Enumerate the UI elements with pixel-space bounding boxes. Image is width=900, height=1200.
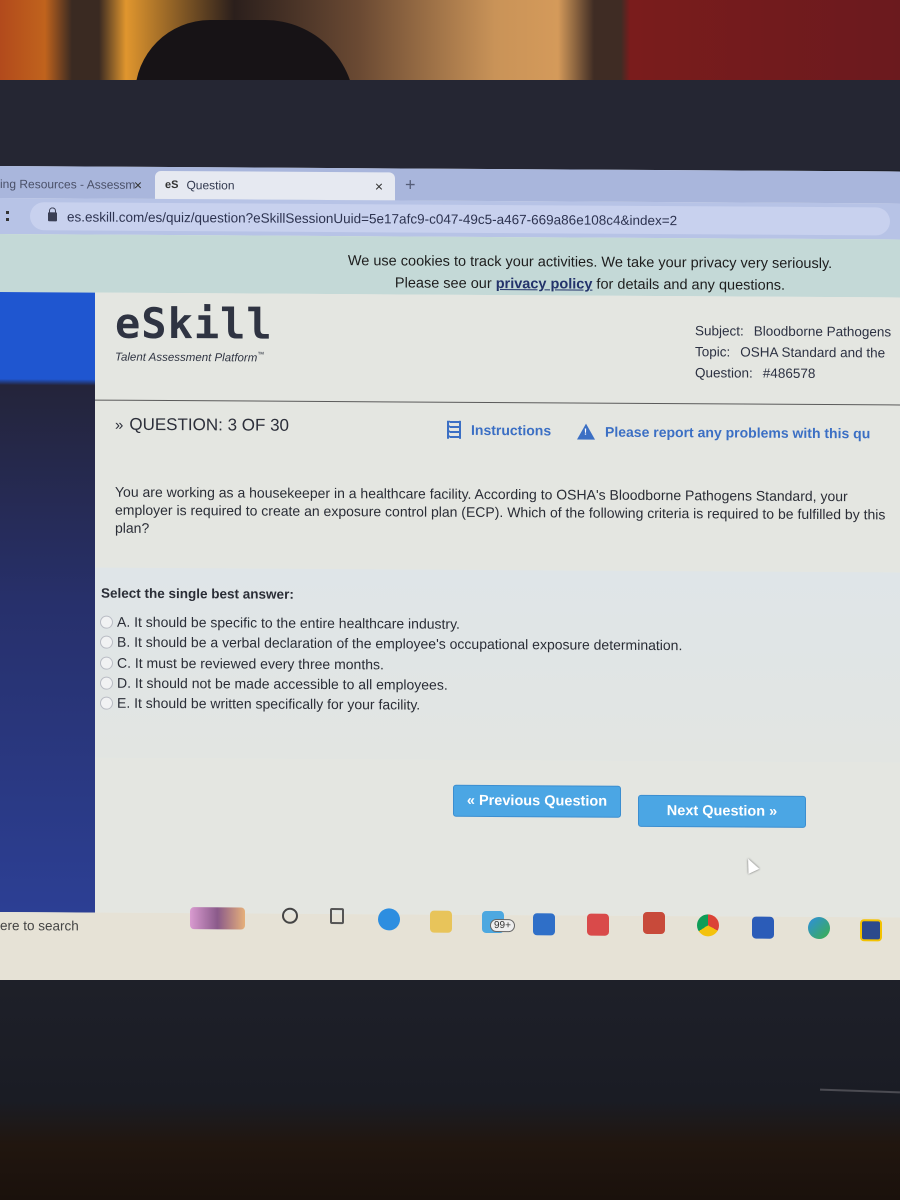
radio-button[interactable] <box>100 635 113 649</box>
cookie-text-post: for details and any questions. <box>592 276 786 294</box>
answer-prompt: Select the single best answer: <box>101 585 294 602</box>
meta-question-id: Question: #486578 <box>695 362 891 384</box>
question-text: You are working as a housekeeper in a he… <box>115 483 886 536</box>
meta-key: Topic: <box>695 344 731 360</box>
cookie-banner: We use cookies to track your activities.… <box>0 234 900 298</box>
signpost-icon <box>447 420 461 439</box>
privacy-policy-link[interactable]: privacy policy <box>496 276 593 293</box>
menu-icon[interactable] <box>6 211 10 222</box>
eskill-favicon-icon: eS <box>165 179 179 192</box>
page-header: eSkill Talent Assessment Platform™ Subje… <box>95 292 900 406</box>
radio-button[interactable] <box>100 615 113 629</box>
meta-key: Question: <box>695 365 753 381</box>
instructions-label: Instructions <box>471 421 552 439</box>
address-bar-row: es.eskill.com/es/quiz/question?eSkillSes… <box>0 198 900 240</box>
url-input[interactable]: es.eskill.com/es/quiz/question?eSkillSes… <box>30 202 890 236</box>
close-icon[interactable]: × <box>134 177 142 193</box>
answer-option-c[interactable]: C. It must be reviewed every three month… <box>100 654 384 673</box>
search-placeholder: ere to search <box>0 918 79 934</box>
edge-icon[interactable] <box>378 908 400 931</box>
meta-value: Bloodborne Pathogens <box>753 323 892 340</box>
question-progress: » QUESTION: 3 OF 30 <box>115 415 289 436</box>
question-progress-text: QUESTION: 3 OF 30 <box>129 414 289 435</box>
radio-button[interactable] <box>100 676 113 690</box>
answer-option-b[interactable]: B. It should be a verbal declaration of … <box>100 633 683 654</box>
cortana-icon[interactable] <box>282 907 298 924</box>
cookie-text-pre: Please see our <box>394 275 496 293</box>
url-text: es.eskill.com/es/quiz/question?eSkillSes… <box>67 208 678 228</box>
chevron-right-icon: » <box>115 416 124 434</box>
warning-icon <box>577 423 595 440</box>
monitor-bezel-top <box>0 80 900 170</box>
tab-label: Question <box>186 178 235 193</box>
tab-resources[interactable]: ing Resources - Assessm × <box>0 170 150 199</box>
chrome-icon[interactable] <box>697 914 719 937</box>
radio-button[interactable] <box>100 696 113 710</box>
trademark: ™ <box>257 351 265 359</box>
option-label: C. It must be reviewed every three month… <box>117 654 384 673</box>
reader-icon[interactable] <box>587 913 609 936</box>
tab-label: ing Resources - Assessm <box>0 177 136 192</box>
meta-value: #486578 <box>762 365 816 381</box>
meta-topic: Topic: OSHA Standard and the <box>695 341 891 363</box>
instructions-link[interactable]: Instructions <box>447 420 552 440</box>
task-view-icon[interactable] <box>330 908 344 925</box>
answer-option-d[interactable]: D. It should not be made accessible to a… <box>100 675 448 693</box>
taskbar-search[interactable]: ere to search <box>0 912 185 973</box>
previous-question-button[interactable]: « Previous Question <box>453 784 621 818</box>
option-label: E. It should be written specifically for… <box>117 694 421 713</box>
left-sidebar <box>0 292 95 913</box>
store-icon[interactable] <box>533 913 555 936</box>
meta-key: Subject: <box>695 323 744 339</box>
mail-badge: 99+ <box>490 918 515 933</box>
report-problem-link[interactable]: Please report any problems with this qu <box>577 423 871 442</box>
meta-value: OSHA Standard and the <box>740 344 886 361</box>
new-tab-button[interactable]: + <box>405 174 416 195</box>
screen: ing Resources - Assessm × eS Question × … <box>0 166 900 992</box>
photo-scene: ing Resources - Assessm × eS Question × … <box>0 0 900 1200</box>
eskill-logo: eSkill <box>115 298 273 349</box>
monitor-bezel-bottom <box>0 980 900 1200</box>
option-label: D. It should not be made accessible to a… <box>117 674 448 693</box>
question-bar: » QUESTION: 3 OF 30 Instructions Please r… <box>95 403 900 460</box>
radio-button[interactable] <box>100 656 113 670</box>
answer-option-a[interactable]: A. It should be specific to the entire h… <box>100 614 460 632</box>
file-explorer-icon[interactable] <box>430 910 452 933</box>
tagline: Talent Assessment Platform™ <box>115 351 264 365</box>
tagline-text: Talent Assessment Platform <box>115 351 258 365</box>
next-question-button[interactable]: Next Question » <box>638 794 806 828</box>
question-meta: Subject: Bloodborne Pathogens Topic: OSHA … <box>695 320 891 384</box>
word-icon[interactable] <box>752 916 774 939</box>
report-label: Please report any problems with this qu <box>605 423 871 442</box>
tab-question[interactable]: eS Question × <box>155 170 395 201</box>
close-icon[interactable]: × <box>375 178 383 194</box>
option-label: A. It should be specific to the entire h… <box>117 613 460 632</box>
option-label: B. It should be a verbal declaration of … <box>117 633 683 654</box>
norton-icon[interactable] <box>860 919 882 942</box>
room-background <box>0 0 900 110</box>
lock-icon[interactable] <box>48 211 57 221</box>
meta-subject: Subject: Bloodborne Pathogens <box>695 320 891 342</box>
edge-dev-icon[interactable] <box>808 916 830 940</box>
windows-taskbar: ere to search 99+ <box>0 907 900 986</box>
answer-option-e[interactable]: E. It should be written specifically for… <box>100 695 420 713</box>
answer-panel: Select the single best answer: A. It sho… <box>95 567 900 763</box>
app-icon[interactable] <box>643 911 665 935</box>
weather-widget-icon[interactable] <box>190 907 245 930</box>
